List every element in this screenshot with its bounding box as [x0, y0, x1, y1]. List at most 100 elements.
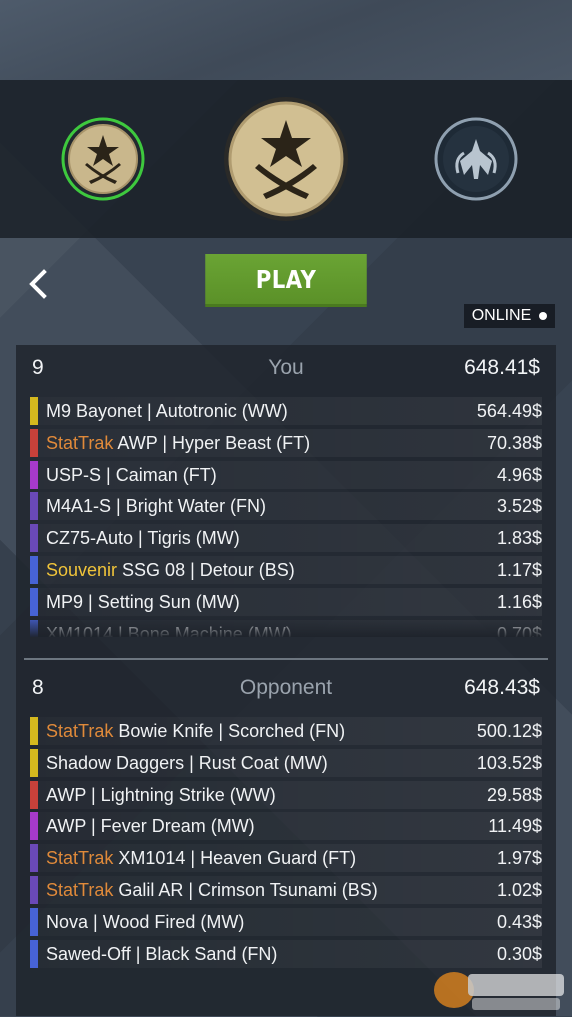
skin-title: Sawed-Off | Black Sand (FN): [46, 943, 278, 964]
skin-price: 0.30$: [496, 943, 542, 964]
section-divider: [24, 658, 548, 660]
skin-price: 11.49$: [488, 816, 542, 837]
match-panel: 9 You 648.41$ M9 Bayonet | Autotronic (W…: [16, 345, 556, 1016]
skin-list-item[interactable]: MP9 | Setting Sun (MW) 1.16$: [30, 587, 542, 616]
skin-price: 0.43$: [496, 911, 542, 932]
rarity-bar: [30, 587, 38, 616]
skin-price: 1.02$: [496, 879, 542, 900]
skin-name: StatTrak Bowie Knife | Scorched (FN): [46, 721, 345, 742]
rarity-bar: [30, 397, 38, 425]
skin-title: SSG 08 | Detour (BS): [117, 559, 295, 580]
ct-emblem-icon: [61, 117, 145, 201]
skin-title: Bowie Knife | Scorched (FN): [113, 721, 346, 741]
skin-list-item[interactable]: Souvenir SSG 08 | Detour (BS) 1.17$: [30, 555, 542, 584]
online-label: ONLINE: [471, 307, 532, 324]
skin-title: XM1014 | Heaven Guard (FT): [113, 848, 357, 869]
skin-name: CZ75-Auto | Tigris (MW): [46, 528, 240, 549]
rarity-bar: [30, 524, 38, 553]
stattrak-prefix: StatTrak: [46, 879, 114, 900]
stattrak-prefix: StatTrak: [46, 848, 114, 869]
skin-name: M4A1-S | Bright Water (FN): [46, 496, 266, 517]
skin-name: M9 Bayonet | Autotronic (WW): [46, 401, 288, 422]
skin-list-item[interactable]: USP-S | Caiman (FT) 4.96$: [30, 460, 542, 489]
opponent-item-list[interactable]: StatTrak Bowie Knife | Scorched (FN) 500.…: [30, 717, 542, 987]
skin-list-item[interactable]: AWP | Lightning Strike (WW) 29.58$: [30, 780, 542, 809]
skin-name: AWP | Fever Dream (MW): [46, 816, 255, 837]
you-total: 648.41$: [464, 356, 540, 379]
skin-price: 1.83$: [496, 528, 542, 549]
skin-name: Nova | Wood Fired (MW): [46, 912, 244, 933]
skin-price: 4.96$: [496, 464, 542, 485]
skin-list-item[interactable]: M9 Bayonet | Autotronic (WW) 564.49$: [30, 397, 542, 425]
skin-name: Souvenir SSG 08 | Detour (BS): [46, 560, 295, 581]
skin-list-item[interactable]: Nova | Wood Fired (MW) 0.43$: [30, 907, 542, 936]
skin-list-item[interactable]: StatTrak XM1014 | Heaven Guard (FT) 1.97$: [30, 844, 542, 873]
skin-list-item[interactable]: Shadow Daggers | Rust Coat (MW) 103.52$: [30, 748, 542, 777]
skin-price: 103.52$: [476, 752, 542, 773]
rarity-bar: [30, 460, 38, 489]
skin-title: Galil AR | Crimson Tsunami (BS): [113, 879, 378, 900]
skin-list-item[interactable]: StatTrak Galil AR | Crimson Tsunami (BS)…: [30, 875, 542, 904]
skin-title: Shadow Daggers | Rust Coat (MW): [46, 752, 328, 773]
opponent-header: 8 Opponent 648.43$: [16, 665, 556, 711]
back-button[interactable]: [20, 262, 56, 306]
skin-price: 564.49$: [476, 401, 542, 421]
ct-rank-badge-large[interactable]: [223, 96, 349, 222]
rarity-bar: [30, 780, 38, 809]
skin-name: StatTrak AWP | Hyper Beast (FT): [46, 433, 310, 454]
skin-title: Nova | Wood Fired (MW): [46, 911, 245, 932]
background-top: [0, 0, 572, 80]
you-header: 9 You 648.41$: [16, 345, 556, 391]
skin-name: USP-S | Caiman (FT): [46, 465, 217, 486]
online-dot-icon: [539, 312, 548, 320]
chevron-left-icon: [29, 269, 47, 299]
souvenir-prefix: Souvenir: [46, 559, 118, 580]
skin-list-item[interactable]: CZ75-Auto | Tigris (MW) 1.83$: [30, 524, 542, 553]
site-watermark-logo: [432, 966, 568, 1012]
skin-price: 1.97$: [496, 848, 542, 869]
skin-price: 500.12$: [476, 721, 542, 741]
list-fade: [30, 615, 542, 637]
skin-title: USP-S | Caiman (FT): [46, 464, 217, 485]
skin-name: StatTrak XM1014 | Heaven Guard (FT): [46, 848, 356, 869]
skin-title: M4A1-S | Bright Water (FN): [46, 496, 267, 517]
skin-name: MP9 | Setting Sun (MW): [46, 592, 240, 613]
skin-title: AWP | Lightning Strike (WW): [46, 784, 276, 805]
skin-list-item[interactable]: AWP | Fever Dream (MW) 11.49$: [30, 812, 542, 841]
rarity-bar: [30, 717, 38, 745]
skin-list-item[interactable]: Sawed-Off | Black Sand (FN) 0.30$: [30, 939, 542, 968]
online-status-badge: ONLINE: [464, 304, 555, 328]
csgo-logo-badge[interactable]: [434, 117, 518, 201]
you-item-list[interactable]: M9 Bayonet | Autotronic (WW) 564.49$ StatT…: [30, 397, 542, 637]
rarity-bar: [30, 907, 38, 936]
skin-title: AWP | Hyper Beast (FT): [113, 432, 311, 453]
skin-price: 1.16$: [496, 591, 542, 612]
skin-title: CZ75-Auto | Tigris (MW): [46, 528, 240, 549]
csgo-logo-icon: [434, 117, 518, 201]
rarity-bar: [30, 748, 38, 777]
skin-price: 3.52$: [496, 496, 542, 517]
stattrak-prefix: StatTrak: [46, 432, 114, 453]
ct-rank-badge-small[interactable]: [61, 117, 145, 201]
opponent-section: 8 Opponent 648.43$ StatTrak Bowie Knife …: [16, 665, 556, 1016]
play-button[interactable]: PLAY: [205, 254, 367, 307]
rarity-bar: [30, 844, 38, 873]
skin-price: 70.38$: [486, 432, 542, 453]
rarity-bar: [30, 492, 38, 521]
rarity-bar: [30, 939, 38, 968]
rarity-bar: [30, 428, 38, 457]
skin-list-item[interactable]: StatTrak Bowie Knife | Scorched (FN) 500.…: [30, 717, 542, 745]
opponent-total: 648.43$: [464, 676, 540, 699]
skin-name: StatTrak Galil AR | Crimson Tsunami (BS): [46, 880, 378, 901]
rarity-bar: [30, 875, 38, 904]
skin-name: Shadow Daggers | Rust Coat (MW): [46, 753, 328, 774]
you-section: 9 You 648.41$ M9 Bayonet | Autotronic (W…: [16, 345, 556, 637]
skin-name: AWP | Lightning Strike (WW): [46, 785, 276, 806]
ct-emblem-large-icon: [224, 97, 348, 221]
skin-list-item[interactable]: StatTrak AWP | Hyper Beast (FT) 70.38$: [30, 428, 542, 457]
skin-list-item[interactable]: M4A1-S | Bright Water (FN) 3.52$: [30, 492, 542, 521]
skin-title: MP9 | Setting Sun (MW): [46, 591, 240, 612]
skin-title: M9 Bayonet | Autotronic (WW): [46, 401, 288, 421]
skin-price: 29.58$: [486, 784, 542, 805]
stattrak-prefix: StatTrak: [46, 721, 114, 741]
